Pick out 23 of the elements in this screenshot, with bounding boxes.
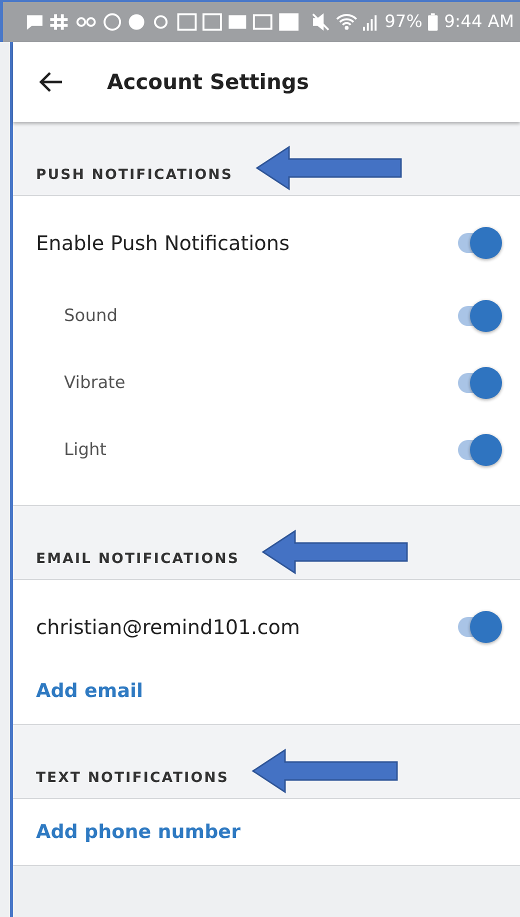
toggle-switch[interactable] <box>458 434 502 466</box>
setting-label: christian@remind101.com <box>36 615 300 639</box>
section-title: EMAIL NOTIFICATIONS <box>36 551 240 567</box>
screen-title: Account Settings <box>107 70 309 94</box>
battery-percent: 97% <box>384 12 422 32</box>
setting-label: Sound <box>64 306 118 326</box>
add-link[interactable]: Add email <box>13 666 520 702</box>
section-title: PUSH NOTIFICATIONS <box>36 167 233 183</box>
toggle-switch[interactable] <box>458 300 502 332</box>
toggle-switch[interactable] <box>458 366 502 398</box>
toggle-switch[interactable] <box>458 611 502 643</box>
back-arrow-icon[interactable] <box>39 72 63 92</box>
setting-label: Light <box>64 440 106 460</box>
toggle-switch[interactable] <box>458 227 502 259</box>
section-title: TEXT NOTIFICATIONS <box>36 770 229 786</box>
signal-icon <box>363 13 379 31</box>
mute-icon <box>312 13 330 31</box>
add-link[interactable]: Add phone number <box>13 807 520 843</box>
wifi-icon <box>336 13 358 31</box>
setting-label: Vibrate <box>64 372 126 392</box>
clock-time: 9:44 AM <box>444 12 514 32</box>
setting-label: Enable Push Notifications <box>36 231 290 255</box>
battery-icon <box>428 13 438 31</box>
